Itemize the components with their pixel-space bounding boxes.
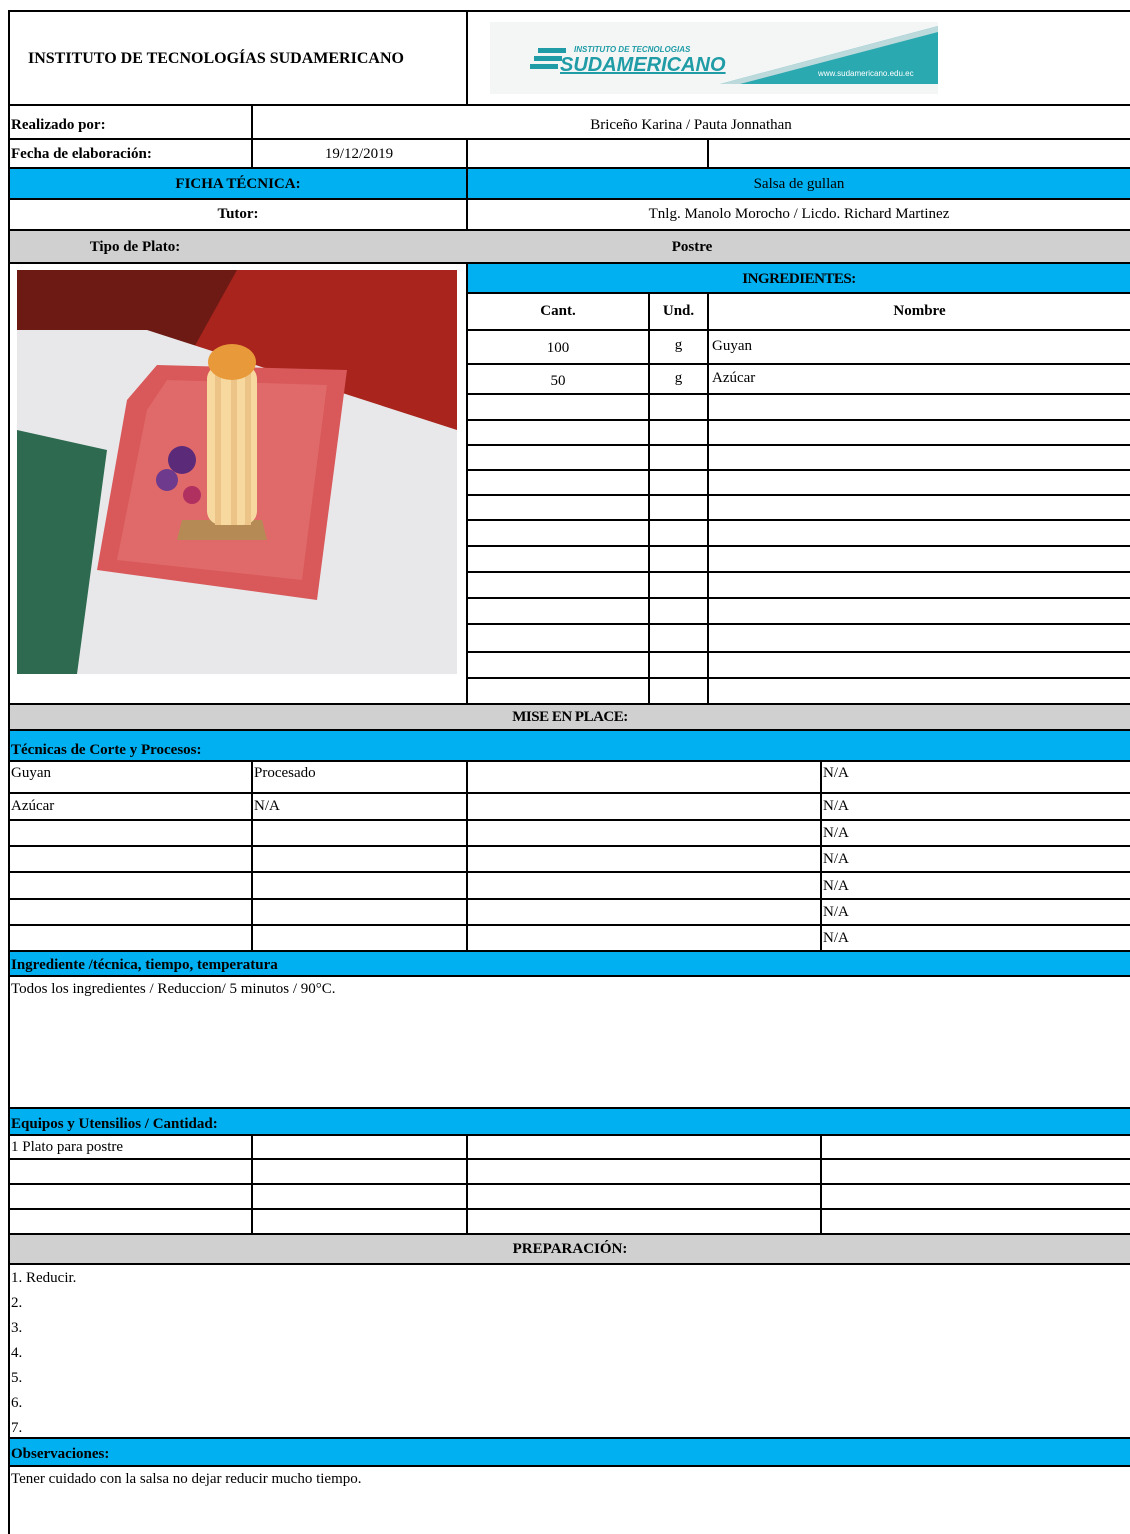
mise-na: N/A	[823, 825, 849, 841]
rule	[251, 760, 253, 951]
observaciones-band	[10, 1439, 1130, 1465]
mise-ingredient: Azúcar	[11, 798, 55, 814]
header-divider	[466, 10, 468, 105]
rule	[8, 898, 1130, 900]
rule	[8, 1208, 1130, 1210]
mise-process: Procesado	[254, 765, 316, 781]
preparacion-step: 1. Reducir.	[11, 1270, 77, 1286]
rule	[8, 1158, 1130, 1160]
rule	[466, 444, 1130, 446]
rule	[466, 519, 1130, 521]
mise-na: N/A	[823, 851, 849, 867]
dish-photo	[17, 270, 457, 674]
ficha-value: Salsa de gullan	[753, 176, 845, 192]
rule	[466, 651, 1130, 653]
fecha-value: 19/12/2019	[324, 146, 394, 162]
realizado-label: Realizado por:	[11, 117, 106, 133]
ing-cant: 50	[550, 373, 566, 389]
tutor-value: Tnlg. Manolo Morocho / Licdo. Richard Ma…	[648, 206, 950, 222]
ficha-label: FICHA TÉCNICA:	[175, 176, 301, 192]
tipo-label: Tipo de Plato:	[89, 239, 181, 255]
preparacion-step: 3.	[11, 1320, 23, 1336]
rule	[466, 597, 1130, 599]
tipo-value: Postre	[671, 239, 713, 255]
rule	[466, 677, 1130, 679]
ing-nombre: Guyan	[712, 338, 752, 354]
rule	[707, 138, 709, 168]
rule	[8, 924, 1130, 926]
observaciones-label: Observaciones:	[11, 1446, 110, 1462]
rule	[707, 292, 709, 704]
col-header-cant: Cant.	[540, 303, 576, 319]
rule	[466, 469, 1130, 471]
rule	[8, 871, 1130, 873]
rule	[466, 760, 468, 951]
preparacion-step: 7.	[11, 1420, 23, 1436]
rule	[466, 393, 1130, 395]
rule	[8, 198, 1130, 200]
rule	[466, 138, 468, 168]
rule	[466, 419, 1130, 421]
mise-title: MISE EN PLACE:	[512, 709, 628, 725]
rule	[8, 1183, 1130, 1185]
preparacion-step: 4.	[11, 1345, 23, 1361]
col-header-und: Und.	[662, 303, 695, 319]
border-top	[8, 10, 1130, 12]
rule	[648, 292, 650, 704]
ing-und: g	[674, 337, 683, 353]
rule	[8, 845, 1130, 847]
itt-text: Todos los ingredientes / Reduccion/ 5 mi…	[11, 981, 336, 997]
ingredientes-title: INGREDIENTES:	[742, 271, 856, 287]
rule	[8, 975, 1130, 977]
logo-url: www.sudamericano.edu.ec	[818, 69, 914, 78]
tecnicas-label: Técnicas de Corte y Procesos:	[11, 742, 202, 758]
logo-small-text: INSTITUTO DE TECNOLOGIAS	[574, 45, 691, 54]
rule	[8, 819, 1130, 821]
fecha-label: Fecha de elaboración:	[11, 146, 152, 162]
ing-und: g	[674, 370, 683, 386]
itt-label: Ingrediente /técnica, tiempo, temperatur…	[11, 957, 278, 973]
realizado-value: Briceño Karina / Pauta Jonnathan	[590, 117, 792, 133]
rule	[8, 104, 1130, 106]
preparacion-step: 2.	[11, 1295, 23, 1311]
mise-na: N/A	[823, 798, 849, 814]
preparacion-step: 5.	[11, 1370, 23, 1386]
tutor-label: Tutor:	[217, 206, 259, 222]
mise-ingredient: Guyan	[11, 765, 51, 781]
rule	[466, 571, 1130, 573]
mise-na: N/A	[823, 765, 849, 781]
rule	[8, 1134, 1130, 1136]
preparacion-step: 6.	[11, 1395, 23, 1411]
col-header-nombre: Nombre	[893, 303, 946, 319]
rule	[466, 329, 1130, 331]
logo-big-text: SUDAMERICANO	[560, 54, 726, 76]
rule	[8, 1263, 1130, 1265]
preparacion-title: PREPARACIÓN:	[512, 1241, 628, 1257]
institute-title: INSTITUTO DE TECNOLOGÍAS SUDAMERICANO	[28, 50, 404, 67]
mise-na: N/A	[823, 904, 849, 920]
rule	[466, 292, 1130, 294]
equipo-item: 1 Plato para postre	[11, 1139, 124, 1155]
rule	[466, 494, 1130, 496]
observaciones-text: Tener cuidado con la salsa no dejar redu…	[11, 1471, 362, 1487]
ing-cant: 100	[546, 340, 570, 356]
ing-nombre: Azúcar	[712, 370, 756, 386]
mise-process: N/A	[254, 798, 280, 814]
mise-na: N/A	[823, 930, 849, 946]
rule	[8, 138, 1130, 140]
mise-na: N/A	[823, 878, 849, 894]
rule	[466, 623, 1130, 625]
rule	[466, 363, 1130, 365]
rule	[8, 760, 1130, 762]
rule	[466, 545, 1130, 547]
equipos-label: Equipos y Utensilios / Cantidad:	[11, 1116, 218, 1132]
institute-logo: INSTITUTO DE TECNOLOGIAS SUDAMERICANO ww…	[490, 22, 938, 94]
rule	[8, 1465, 1130, 1467]
rule	[820, 760, 822, 951]
rule	[8, 792, 1130, 794]
